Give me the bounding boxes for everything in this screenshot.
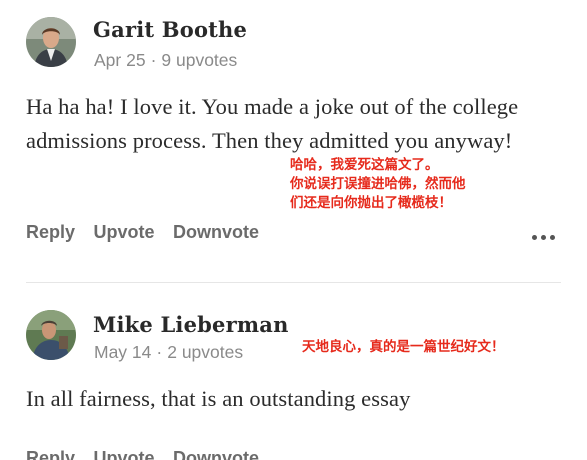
comment-card: Mike Lieberman May 14 · 2 upvotes 天地良心，真的是… bbox=[0, 290, 587, 460]
annotation-line: 们还是向你抛出了橄榄枝！ bbox=[290, 195, 452, 211]
annotation-overlay: 天地良心，真的是一篇世纪好文！ bbox=[302, 338, 505, 357]
comment-actions: Reply Upvote Downvote bbox=[26, 448, 561, 460]
comment-date[interactable]: Apr 25 bbox=[94, 50, 146, 70]
avatar[interactable] bbox=[26, 17, 76, 67]
comment-text: In all fairness, that is an outstanding … bbox=[26, 386, 411, 411]
meta-separator: · bbox=[150, 50, 157, 70]
more-horizontal-icon bbox=[541, 235, 546, 240]
comment-date[interactable]: May 14 bbox=[94, 342, 151, 362]
avatar[interactable] bbox=[26, 310, 76, 360]
more-options-button[interactable] bbox=[531, 226, 559, 246]
comment-actions: Reply Upvote Downvote bbox=[26, 222, 561, 250]
annotation-line: 哈哈，我爱死这篇文了。 bbox=[290, 157, 439, 173]
upvote-count: 2 upvotes bbox=[167, 342, 244, 362]
annotation-overlay: 哈哈，我爱死这篇文了。 你说误打误撞进哈佛，然而他 们还是向你抛出了橄榄枝！ bbox=[290, 156, 466, 213]
more-horizontal-icon bbox=[550, 235, 555, 240]
downvote-button[interactable]: Downvote bbox=[173, 222, 259, 243]
author-name[interactable]: Mike Lieberman bbox=[93, 312, 289, 337]
comment-text: Ha ha ha! I love it. You made a joke out… bbox=[26, 94, 519, 153]
author-name[interactable]: Garit Boothe bbox=[93, 17, 247, 42]
comment-meta: May 14 · 2 upvotes bbox=[94, 342, 243, 363]
downvote-button[interactable]: Downvote bbox=[173, 448, 259, 460]
reply-button[interactable]: Reply bbox=[26, 448, 75, 460]
comment-meta: Apr 25 · 9 upvotes bbox=[94, 50, 237, 71]
annotation-line: 你说误打误撞进哈佛，然而他 bbox=[290, 176, 466, 192]
comment-card: Garit Boothe Apr 25 · 9 upvotes Ha ha ha! … bbox=[0, 0, 587, 282]
divider bbox=[26, 282, 561, 283]
upvote-button[interactable]: Upvote bbox=[93, 448, 154, 460]
upvote-count: 9 upvotes bbox=[161, 50, 238, 70]
more-options-button[interactable] bbox=[531, 452, 559, 460]
reply-button[interactable]: Reply bbox=[26, 222, 75, 243]
upvote-button[interactable]: Upvote bbox=[93, 222, 154, 243]
annotation-line: 天地良心，真的是一篇世纪好文！ bbox=[302, 339, 505, 355]
meta-separator: · bbox=[156, 342, 163, 362]
more-horizontal-icon bbox=[532, 235, 537, 240]
